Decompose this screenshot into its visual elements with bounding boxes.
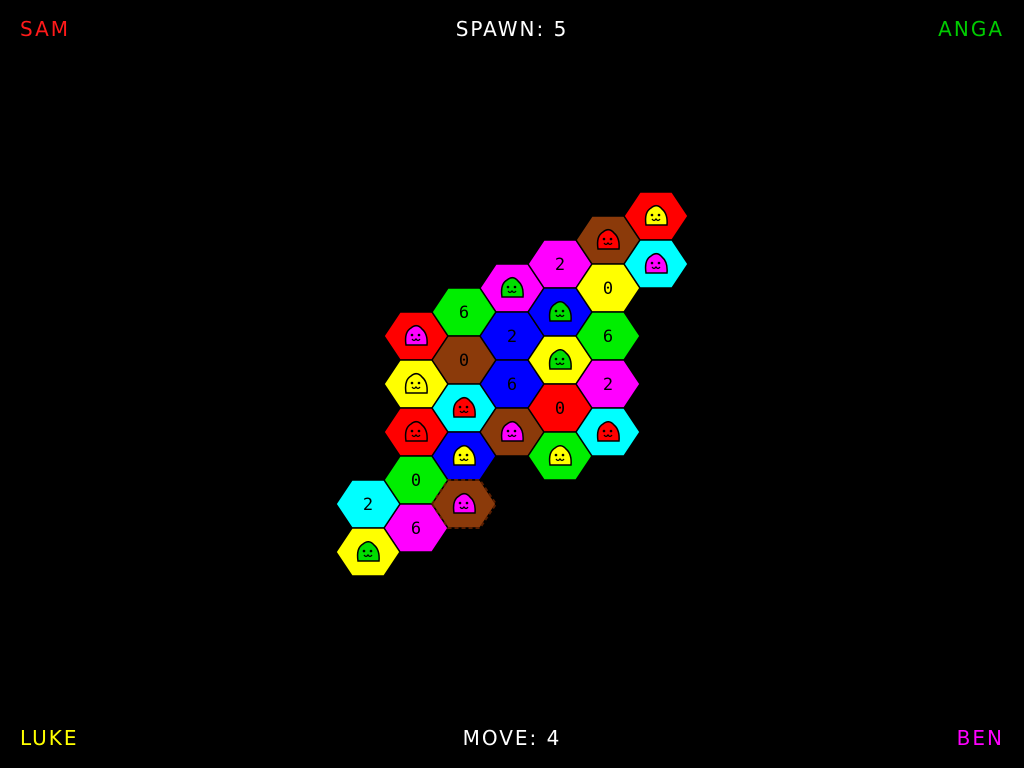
tile-number: 2: [507, 327, 517, 347]
blob-eye: [417, 381, 421, 385]
move-counter: MOVE: 4: [462, 726, 562, 750]
blob-eye: [458, 453, 462, 457]
blob-eye: [657, 261, 661, 265]
blob-eye: [561, 453, 565, 457]
blob-eye: [513, 285, 517, 289]
blob-eye: [465, 501, 469, 505]
tile-number: 2: [603, 375, 613, 395]
tile-number: 6: [603, 327, 613, 347]
tile-number: 0: [411, 471, 421, 491]
blob-eye: [650, 213, 654, 217]
blob-eye: [554, 453, 558, 457]
blob-eye: [458, 405, 462, 409]
blob-eye: [650, 261, 654, 265]
blob-eye: [465, 405, 469, 409]
tile-number: 6: [459, 303, 469, 323]
tile-number: 2: [555, 255, 565, 275]
blob-eye: [410, 333, 414, 337]
tile-number: 6: [411, 519, 421, 539]
blob-eye: [561, 309, 565, 313]
blob-eye: [506, 285, 510, 289]
tile-number: 6: [507, 375, 517, 395]
blob-eye: [417, 333, 421, 337]
tile-number: 2: [363, 495, 373, 515]
blob-eye: [513, 429, 517, 433]
hex-board[interactable]: 0 6 6 0 2 6 2 0 0 6 2 2: [0, 0, 1024, 768]
blob-eye: [417, 429, 421, 433]
blob-eye: [657, 213, 661, 217]
blob-eye: [410, 429, 414, 433]
blob-eye: [602, 429, 606, 433]
blob-eye: [609, 429, 613, 433]
blob-eye: [554, 357, 558, 361]
blob-eye: [362, 549, 366, 553]
blob-eye: [410, 381, 414, 385]
tile-number: 0: [459, 351, 469, 371]
tile-number: 0: [603, 279, 613, 299]
blob-eye: [506, 429, 510, 433]
tile-number: 0: [555, 399, 565, 419]
blob-eye: [369, 549, 373, 553]
blob-eye: [554, 309, 558, 313]
player-name-bottom-right: BEN: [956, 726, 1004, 750]
blob-eye: [602, 237, 606, 241]
blob-eye: [458, 501, 462, 505]
game-screen: SAM SPAWN: 5 ANGA 066026200622 LUKE MOVE…: [0, 0, 1024, 768]
blob-eye: [465, 453, 469, 457]
blob-eye: [561, 357, 565, 361]
blob-eye: [609, 237, 613, 241]
